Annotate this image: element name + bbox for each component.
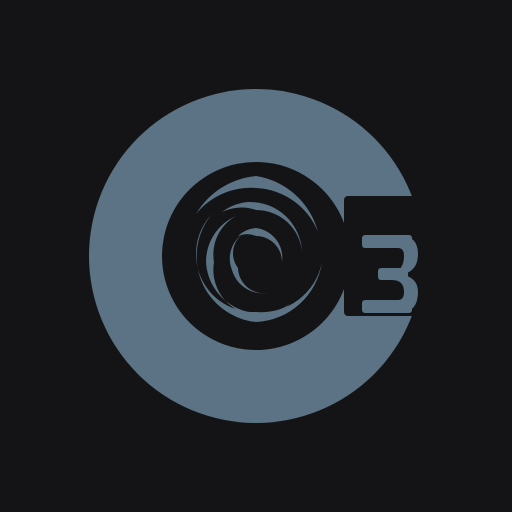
c3-logo-icon bbox=[0, 0, 512, 512]
